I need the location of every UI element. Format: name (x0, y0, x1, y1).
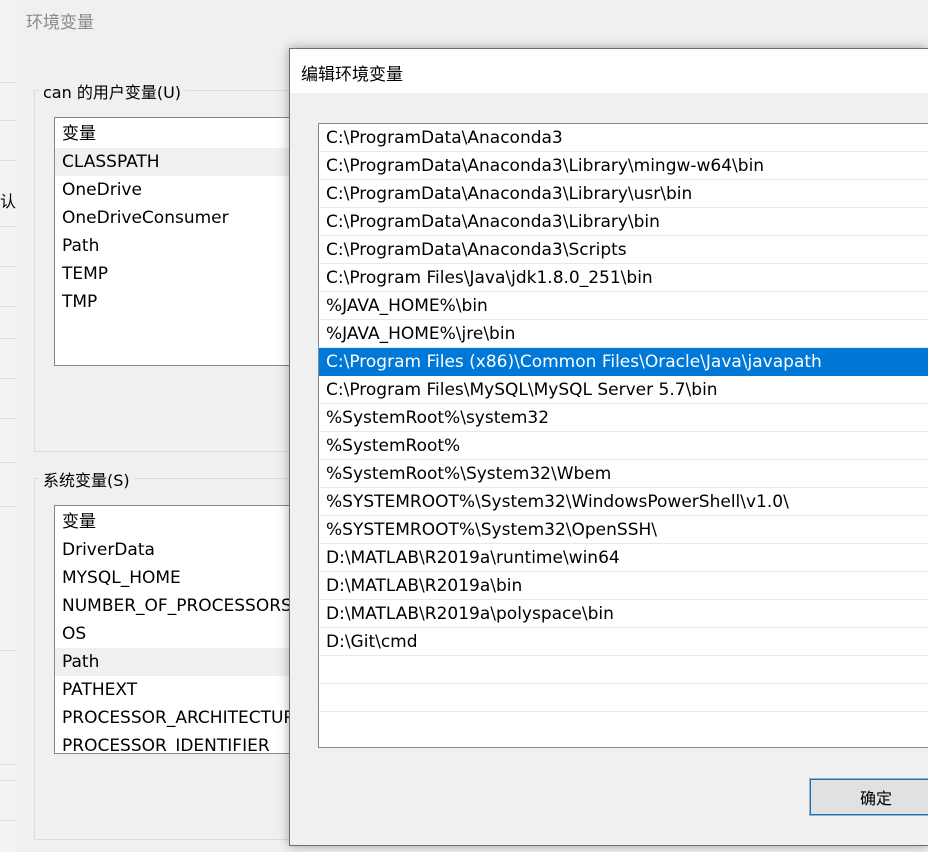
path-entry[interactable]: C:\Program Files\MySQL\MySQL Server 5.7\… (319, 376, 928, 404)
divider (0, 418, 16, 419)
path-entry[interactable]: D:\MATLAB\R2019a\polyspace\bin (319, 600, 928, 628)
system-variables-label: 系统变量(S) (39, 467, 134, 491)
path-entry[interactable]: %SystemRoot% (319, 432, 928, 460)
path-entry[interactable]: C:\ProgramData\Anaconda3 (319, 124, 928, 152)
list-item[interactable]: TMP (55, 288, 315, 316)
list-item[interactable]: Path (55, 232, 315, 260)
path-entries-list[interactable]: C:\ProgramData\Anaconda3 C:\ProgramData\A… (318, 123, 928, 748)
list-item[interactable]: MYSQL_HOME (55, 564, 315, 592)
list-item[interactable]: Path (55, 648, 315, 676)
background-clipped-text: 认内 (0, 192, 16, 211)
column-header-variable[interactable]: 变量 (55, 506, 315, 536)
dialog-titlebar[interactable]: 编辑环境变量 (290, 49, 928, 93)
list-item[interactable]: TEMP (55, 260, 315, 288)
list-item[interactable]: PROCESSOR_IDENTIFIER (55, 732, 315, 753)
divider (0, 506, 16, 507)
ok-button[interactable]: 确定 (809, 778, 928, 816)
edit-environment-variable-dialog: 编辑环境变量 C:\ProgramData\Anaconda3 C:\Progra… (289, 48, 928, 846)
divider (0, 120, 16, 121)
window-title: 环境变量 (26, 13, 94, 33)
user-variables-list[interactable]: 变量 CLASSPATH OneDrive OneDriveConsumer Path… (54, 117, 316, 366)
list-item[interactable]: DriverData (55, 536, 315, 564)
system-variables-list[interactable]: 变量 DriverData MYSQL_HOME NUMBER_OF_PROCESS… (54, 505, 316, 754)
path-entry[interactable]: D:\Git\cmd (319, 628, 928, 656)
path-entry[interactable]: D:\MATLAB\R2019a\bin (319, 572, 928, 600)
list-item[interactable]: OS (55, 620, 315, 648)
path-entry[interactable]: C:\Program Files (x86)\Common Files\Orac… (319, 348, 928, 376)
list-item[interactable]: OneDriveConsumer (55, 204, 315, 232)
path-entry[interactable]: C:\ProgramData\Anaconda3\Library\mingw-w… (319, 152, 928, 180)
path-entry[interactable]: %SYSTEMROOT%\System32\WindowsPowerShell\… (319, 488, 928, 516)
path-entry[interactable]: C:\ProgramData\Anaconda3\Scripts (319, 236, 928, 264)
background-window-edge (0, 0, 17, 852)
divider (0, 82, 16, 83)
path-entry[interactable]: C:\Program Files\Java\jdk1.8.0_251\bin (319, 264, 928, 292)
divider (0, 378, 16, 379)
empty-path-slot[interactable] (319, 684, 928, 712)
path-entry[interactable]: D:\MATLAB\R2019a\runtime\win64 (319, 544, 928, 572)
path-entry[interactable]: %JAVA_HOME%\jre\bin (319, 320, 928, 348)
path-entry[interactable]: C:\ProgramData\Anaconda3\Library\bin (319, 208, 928, 236)
divider (0, 266, 16, 267)
user-variables-label: can 的用户变量(U) (39, 79, 186, 103)
list-item[interactable]: OneDrive (55, 176, 315, 204)
path-entry[interactable]: %SYSTEMROOT%\System32\OpenSSH\ (319, 516, 928, 544)
divider (0, 160, 16, 161)
path-entry[interactable]: C:\ProgramData\Anaconda3\Library\usr\bin (319, 180, 928, 208)
empty-path-slot[interactable] (319, 656, 928, 684)
path-entry[interactable]: %SystemRoot%\system32 (319, 404, 928, 432)
divider (0, 306, 16, 307)
list-item[interactable]: PROCESSOR_ARCHITECTURE (55, 704, 315, 732)
list-item[interactable]: PATHEXT (55, 676, 315, 704)
path-entry[interactable]: %SystemRoot%\System32\Wbem (319, 460, 928, 488)
divider (0, 226, 16, 227)
divider (0, 764, 16, 765)
list-item[interactable]: NUMBER_OF_PROCESSORS (55, 592, 315, 620)
divider (0, 820, 16, 821)
path-entry[interactable]: %JAVA_HOME%\bin (319, 292, 928, 320)
divider (0, 780, 16, 781)
divider (0, 338, 16, 339)
divider (0, 650, 16, 651)
list-item[interactable]: CLASSPATH (55, 148, 315, 176)
column-header-variable[interactable]: 变量 (55, 118, 315, 148)
divider (0, 462, 16, 463)
dialog-title: 编辑环境变量 (301, 65, 403, 85)
